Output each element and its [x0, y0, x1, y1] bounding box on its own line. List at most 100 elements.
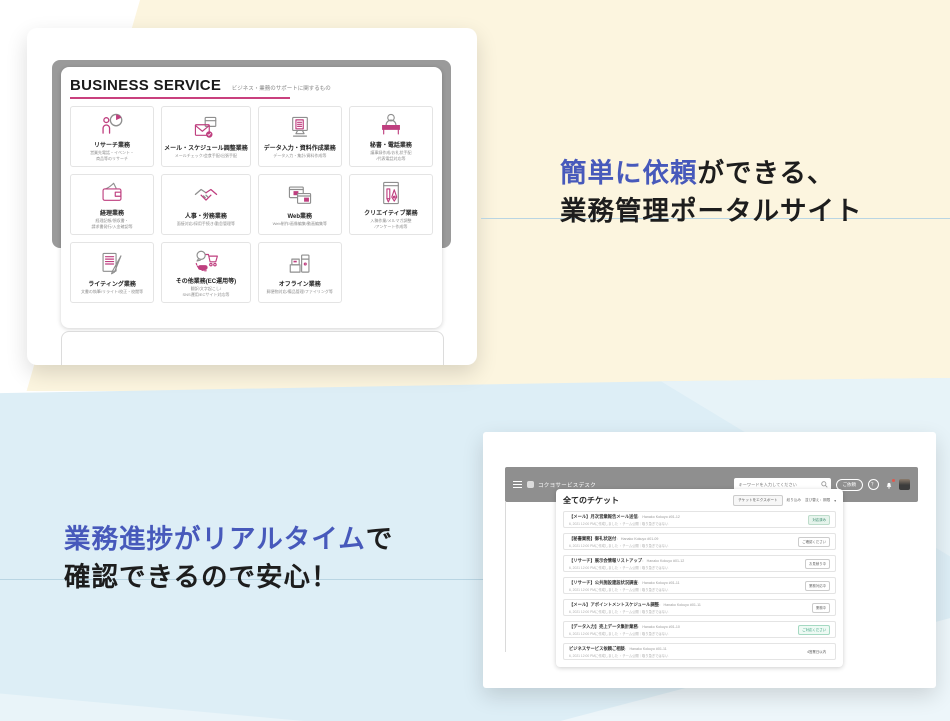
tile-subtitle: Web制作/画像編集/動画編集等	[273, 221, 327, 227]
marketing-page: BUSINESS SERVICE ビジネス・業務のサポートに関するもの リサーチ…	[0, 0, 950, 721]
sort-control[interactable]: 並び替え：期限	[805, 498, 830, 503]
ticket-assignee: ： Hanako Kokuyo #01-09	[616, 537, 658, 541]
ticket-meta: 6, 2021 12:00 PMに作成しました ・チーム公開｜取り急ぎではない	[569, 631, 680, 636]
tile-title: 経理業務	[100, 208, 124, 217]
ticket-assignee: ： Hanako Kokuyo #01-10	[638, 625, 680, 629]
tile-subtitle: 営業先電話・イベント・ 商品等のリサーチ	[90, 150, 134, 162]
export-button[interactable]: チケットをエクスポート	[733, 495, 782, 506]
ticket-title: 【データ入力】売上データ集計業務	[569, 624, 638, 629]
ticket-row[interactable]: 【リサーチ】公共施設建設状況調査： Hanako Kokuyo #01-11 6…	[563, 577, 836, 594]
web-windows-icon	[287, 183, 313, 209]
handshake-icon	[193, 183, 219, 209]
ticket-row[interactable]: ビジネスサービス依頼ご相談： Hanako Kokuyo #01-11 6, 2…	[563, 643, 836, 660]
service-tile-web[interactable]: Web業務 Web制作/画像編集/動画編集等	[258, 174, 342, 235]
tile-subtitle: 郵便物対応/備品管理/ファイリング等	[267, 289, 333, 295]
menu-icon[interactable]	[513, 481, 522, 488]
top-headline-line2: 業務管理ポータルサイト	[560, 196, 863, 226]
service-tile-accounting[interactable]: 経理業務 経理記帳/領収書・ 請求書発行/入金確認等	[70, 174, 154, 235]
ec-cart-icon	[193, 248, 219, 274]
service-tile-writing[interactable]: ライティング業務 文書の執筆/リライト/校正・校閲等	[70, 242, 154, 303]
ticket-title: 【リサーチ】公共施設建設状況調査	[569, 580, 638, 585]
search-icon	[821, 481, 828, 488]
magenta-underline	[70, 97, 290, 99]
service-tile-creative[interactable]: クリエイティブ業務 入稿作業/メルマガ調整 /アンケート作成等	[349, 174, 433, 235]
ticket-meta: 6, 2021 12:00 PMに作成しました ・チーム公開｜取り急ぎではない	[569, 521, 680, 526]
business-service-subtitle: ビジネス・業務のサポートに関するもの	[232, 86, 331, 92]
ticket-meta: 6, 2021 12:00 PMに作成しました ・チーム公開｜取り急ぎではない	[569, 609, 701, 614]
top-headline-rest: ができる、	[698, 158, 835, 188]
ticket-meta: 6, 2021 12:00 PMに作成しました ・チーム公開｜取り急ぎではない	[569, 543, 668, 548]
portal-screenshot-card: BUSINESS SERVICE ビジネス・業務のサポートに関するもの リサーチ…	[27, 28, 477, 365]
service-tile-offline[interactable]: オフライン業務 郵便物対応/備品管理/ファイリング等	[258, 242, 342, 303]
bottom-headline-line2: 確認できるので安心！	[64, 562, 338, 592]
secretary-desk-icon	[378, 112, 404, 138]
business-service-panel: BUSINESS SERVICE ビジネス・業務のサポートに関するもの リサーチ…	[61, 67, 442, 328]
service-tile-mail-schedule[interactable]: メール・スケジュール調整業務 メールチェック/会食手配/出張手配	[161, 106, 251, 167]
ticket-assignee: ： Hanako Kokuyo #01-11	[638, 581, 680, 585]
ticket-title: 【メール】アポイントメントスケジュール調整	[569, 602, 659, 607]
logo-icon	[527, 481, 534, 488]
page-title: 全てのチケット	[563, 495, 619, 506]
tile-title: その他業務(EC運用等)	[176, 276, 236, 285]
research-icon	[99, 112, 125, 138]
filter-control[interactable]: 絞り込み	[787, 498, 801, 503]
tile-title: ライティング業務	[88, 279, 136, 288]
service-tile-grid: リサーチ業務 営業先電話・イベント・ 商品等のリサーチ メール・スケジュール調整…	[70, 106, 433, 303]
status-badge: ご対応ください	[798, 625, 830, 635]
top-headline: 簡単に依頼ができる、 業務管理ポータルサイト	[560, 155, 863, 230]
ticket-list-panel: 全てのチケット チケットをエクスポート 絞り込み 並び替え：期限 ▾ 【メール】…	[556, 489, 843, 667]
ticket-title: ビジネスサービス依頼ご相談	[569, 646, 625, 651]
writing-icon	[99, 251, 125, 277]
help-icon[interactable]: ？	[868, 479, 879, 490]
ticket-row[interactable]: 【メール】月次営業報告メール送信： Hanako Kokuyo #01-12 6…	[563, 511, 836, 528]
window-left-edge	[505, 502, 506, 652]
tile-title: 秘書・電話業務	[370, 140, 412, 149]
service-tile-data-entry[interactable]: データ入力・資料作成業務 データ入力・集計/資料作成等	[258, 106, 342, 167]
tile-subtitle: データ入力・集計/資料作成等	[273, 153, 326, 159]
ticket-meta: 6, 2021 12:00 PMに作成しました ・チーム公開｜取り急ぎではない	[569, 587, 680, 592]
wallet-icon	[99, 180, 125, 206]
tile-subtitle: 翻訳/文字起こし/ SNS運用/ECサイト対応等	[182, 286, 229, 298]
ticket-list: 【メール】月次営業報告メール送信： Hanako Kokuyo #01-12 6…	[563, 511, 836, 660]
ticket-assignee: ： Hanako Kokuyo #01-11	[659, 603, 701, 607]
ticket-toolbar: チケットをエクスポート 絞り込み 並び替え：期限 ▾	[733, 495, 836, 506]
search-input[interactable]	[737, 481, 821, 488]
notification-bell-icon[interactable]	[884, 480, 894, 490]
business-service-header: BUSINESS SERVICE ビジネス・業務のサポートに関するもの	[70, 77, 433, 99]
ticket-meta: 6, 2021 12:00 PMに作成しました ・チーム公開｜取り急ぎではない	[569, 653, 668, 658]
tile-title: Web業務	[288, 211, 313, 220]
tile-subtitle: 文書の執筆/リライト/校正・校閲等	[81, 289, 143, 295]
ticket-app-screenshot-card: コクヨサービスデスク ご依頼 ？ 全てのチケット	[483, 432, 936, 688]
status-badge: 業務中	[812, 603, 830, 613]
tile-title: リサーチ業務	[94, 140, 130, 149]
status-badge: 4営業日以内	[803, 647, 830, 657]
ticket-row[interactable]: 【メール】アポイントメントスケジュール調整： Hanako Kokuyo #01…	[563, 599, 836, 616]
user-avatar[interactable]	[899, 479, 910, 490]
ticket-title: 【秘書業務】御礼状送付	[569, 536, 616, 541]
tile-subtitle: 経理記帳/領収書・ 請求書発行/入金確認等	[92, 218, 133, 230]
service-tile-secretary[interactable]: 秘書・電話業務 議事録作成/お礼状手配 /代表電話対応等	[349, 106, 433, 167]
sort-caret-icon[interactable]: ▾	[834, 499, 836, 503]
top-headline-highlight: 簡単に依頼	[560, 158, 698, 188]
ticket-title: 【リサーチ】展示会情報リストアップ	[569, 558, 642, 563]
ticket-row[interactable]: 【リサーチ】展示会情報リストアップ： Hanako Kokuyo #01-12 …	[563, 555, 836, 572]
tile-title: オフライン業務	[279, 279, 321, 288]
service-tile-hr[interactable]: 人事・労務業務 面接対応/採用手続き/勤怠管理等	[161, 174, 251, 235]
status-badge: お見積り中	[805, 559, 830, 569]
business-service-title: BUSINESS SERVICE	[70, 77, 221, 94]
offline-boxes-icon	[287, 251, 313, 277]
bottom-headline-highlight: 業務進捗がリアルタイム	[64, 524, 366, 554]
status-badge: 業務対応中	[805, 581, 830, 591]
tile-subtitle: 議事録作成/お礼状手配 /代表電話対応等	[370, 150, 411, 162]
ticket-row[interactable]: 【データ入力】売上データ集計業務： Hanako Kokuyo #01-10 6…	[563, 621, 836, 638]
ticket-row[interactable]: 【秘書業務】御礼状送付： Hanako Kokuyo #01-09 6, 202…	[563, 533, 836, 550]
data-entry-icon	[287, 115, 313, 141]
tile-title: 人事・労務業務	[185, 211, 227, 220]
service-tile-other-ec[interactable]: その他業務(EC運用等) 翻訳/文字起こし/ SNS運用/ECサイト対応等	[161, 242, 251, 303]
notification-dot	[892, 479, 895, 482]
bottom-headline: 業務進捗がリアルタイムで 確認できるので安心！	[64, 521, 393, 596]
ticket-panel-header: 全てのチケット チケットをエクスポート 絞り込み 並び替え：期限 ▾	[563, 495, 836, 506]
tile-subtitle: メールチェック/会食手配/出張手配	[175, 153, 237, 159]
ticket-assignee: ： Hanako Kokuyo #01-12	[638, 515, 680, 519]
service-tile-research[interactable]: リサーチ業務 営業先電話・イベント・ 商品等のリサーチ	[70, 106, 154, 167]
